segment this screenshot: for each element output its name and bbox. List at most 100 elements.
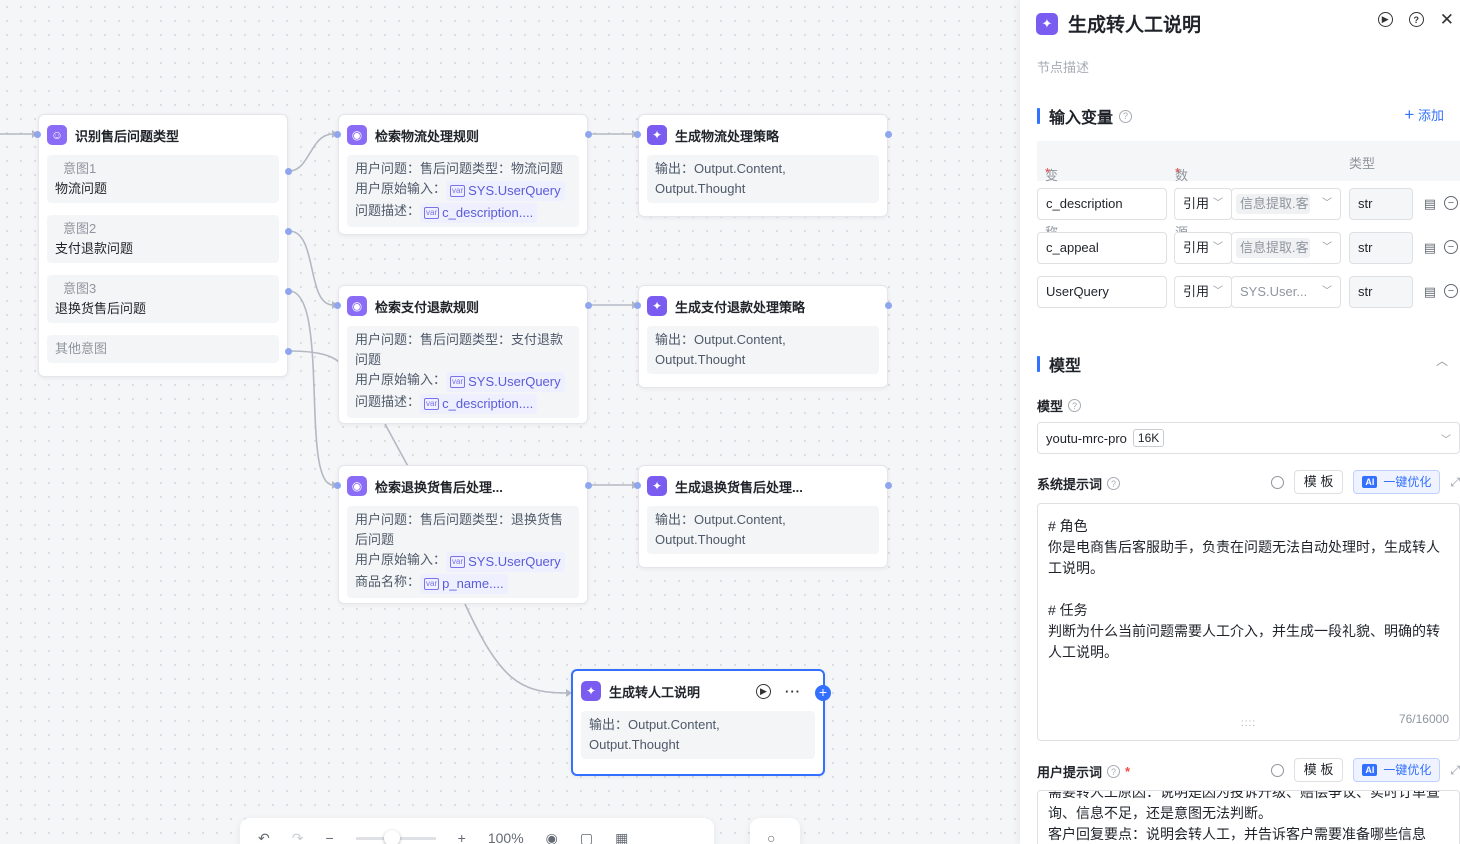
intent-value: 退换货售后问题 — [55, 301, 147, 316]
node-search-logistics[interactable]: ◉ 检索物流处理规则 用户问题：售后问题类型：物流问题 用户原始输入： var SY… — [338, 114, 588, 235]
template-button[interactable]: 模 板 — [1293, 758, 1344, 782]
add-next-node-icon[interactable]: + — [815, 685, 831, 701]
resize-handle-icon[interactable]: :::: — [1241, 713, 1256, 734]
port-in[interactable] — [634, 302, 641, 309]
node-output: 输出：Output.Content, Output.Thought — [647, 155, 879, 203]
template-button[interactable]: 模 板 — [1293, 470, 1344, 494]
help-icon[interactable]: ? — [1119, 109, 1133, 123]
node-header: ◉ 检索物流处理规则 — [339, 115, 587, 155]
add-variable-button[interactable]: + 添加 — [1404, 105, 1444, 125]
node-classify[interactable]: ☺ 识别售后问题类型 意图1 物流问题 意图2 支付退款问题 意图3 退换货售后… — [38, 114, 288, 377]
source-mode-select[interactable]: 引用 ﹀ — [1174, 188, 1232, 220]
panel-title: ✦ 生成转人工说明 — [1036, 10, 1201, 37]
workflow-canvas[interactable]: ☺ 识别售后问题类型 意图1 物流问题 意图2 支付退款问题 意图3 退换货售后… — [0, 0, 1020, 844]
port-in[interactable] — [634, 131, 641, 138]
remove-icon[interactable]: − — [1444, 240, 1458, 254]
layout-icon[interactable]: ▦ — [615, 830, 628, 844]
remove-icon[interactable]: − — [1444, 196, 1458, 210]
doc-icon[interactable]: ▤ — [1424, 284, 1436, 300]
close-icon[interactable]: ✕ — [1440, 11, 1454, 28]
source-value-select[interactable]: 信息提取.客 ﹀ — [1231, 188, 1341, 220]
node-header: ✦ 生成转人工说明 ▶ ··· — [573, 671, 823, 711]
run-icon[interactable]: ▶ — [1377, 12, 1393, 27]
type-field[interactable]: str — [1349, 276, 1413, 308]
help-icon[interactable]: ? — [1068, 399, 1082, 412]
undo-icon[interactable]: ↶ — [258, 830, 270, 844]
help-icon[interactable]: ? — [1107, 477, 1121, 490]
variable-name-input[interactable]: c_appeal — [1037, 232, 1167, 264]
help-icon[interactable]: ? — [1107, 765, 1121, 778]
help-icon[interactable]: ? — [1408, 12, 1424, 27]
source-mode-select[interactable]: 引用 ﹀ — [1174, 276, 1232, 308]
node-gen-return[interactable]: ✦ 生成退换货售后处理... 输出：Output.Content, Output… — [638, 465, 888, 568]
port-out[interactable] — [585, 131, 592, 138]
port-out[interactable] — [585, 482, 592, 489]
expand-icon[interactable]: ⤢ — [1450, 475, 1460, 490]
node-search-return[interactable]: ◉ 检索退换货售后处理... 用户问题：售后问题类型：退换货售后问题 用户原始输… — [338, 465, 588, 604]
char-counter: 76/16000 — [1398, 712, 1449, 726]
port-out[interactable] — [285, 348, 292, 355]
source-value-select[interactable]: SYS.User... ﹀ — [1231, 276, 1341, 308]
intent-other: 其他意图 — [47, 335, 279, 363]
desc-line: 问题描述： var c_description.... — [355, 201, 571, 223]
edge-intent1-logistics — [288, 133, 334, 172]
panel-title-text[interactable]: 生成转人工说明 — [1068, 10, 1201, 37]
var-icon: var — [450, 185, 466, 197]
variable-name-input[interactable]: c_description — [1037, 188, 1167, 220]
port-out[interactable] — [285, 288, 292, 295]
node-title: 生成支付退款处理策略 — [675, 299, 806, 315]
port-out[interactable] — [285, 228, 292, 235]
note-icon[interactable]: ▢ — [580, 830, 593, 844]
prompt-line: 询、信息不足，还是意图无法判断。 — [1048, 805, 1272, 821]
remove-icon[interactable]: − — [1444, 284, 1458, 298]
system-prompt-textarea[interactable]: # 角色 你是电商售后客服助手，负责在问题无法自动处理时，生成转人 工说明。 #… — [1037, 503, 1460, 741]
user-prompt-textarea[interactable]: 需要转人工原因：说明是因为投诉升级、赔偿争议、实时订单查 询、信息不足，还是意图… — [1037, 790, 1460, 844]
doc-icon[interactable]: ▤ — [1424, 196, 1436, 212]
node-header: ✦ 生成支付退款处理策略 — [639, 286, 887, 326]
model-section-title[interactable]: 模型 — [1037, 352, 1081, 376]
more-icon[interactable]: ··· — [785, 684, 801, 699]
variable-chip: var c_description.... — [420, 394, 538, 414]
optimize-button[interactable]: AI 一键优化 — [1353, 758, 1441, 782]
intent-item: 意图2 支付退款问题 — [47, 215, 279, 263]
port-in[interactable] — [34, 131, 41, 138]
history-icon[interactable] — [1270, 763, 1284, 777]
edge-other-handoff — [288, 350, 346, 371]
port-in[interactable] — [334, 482, 341, 489]
zoom-out-icon[interactable]: − — [325, 830, 333, 844]
port-in[interactable] — [634, 482, 641, 489]
zoom-slider-thumb[interactable] — [383, 829, 400, 844]
port-out[interactable] — [885, 131, 892, 138]
node-gen-logistics[interactable]: ✦ 生成物流处理策略 输出：Output.Content, Output.Tho… — [638, 114, 888, 217]
search-icon[interactable]: ○ — [767, 830, 775, 844]
type-field[interactable]: str — [1349, 232, 1413, 264]
eye-icon[interactable]: ◉ — [546, 830, 558, 844]
variable-name-input[interactable]: UserQuery — [1037, 276, 1167, 308]
node-gen-payment[interactable]: ✦ 生成支付退款处理策略 输出：Output.Content, Output.T… — [638, 285, 888, 388]
prompt-line: 你是电商售后客服助手，负责在问题无法自动处理时，生成转人 — [1048, 539, 1440, 555]
run-icon[interactable]: ▶ — [756, 683, 771, 699]
node-search-payment[interactable]: ◉ 检索支付退款规则 用户问题：售后问题类型：支付退款问题 用户原始输入： var… — [338, 285, 588, 424]
zoom-in-icon[interactable]: + — [458, 830, 466, 844]
optimize-button[interactable]: AI 一键优化 — [1353, 470, 1441, 494]
zoom-slider[interactable] — [355, 829, 436, 844]
model-select[interactable]: youtu-mrc-pro 16K ﹀ — [1037, 422, 1460, 454]
port-out[interactable] — [285, 168, 292, 175]
redo-icon[interactable]: ↷ — [292, 830, 304, 844]
chevron-up-icon[interactable]: ︿ — [1436, 352, 1448, 369]
node-gen-handoff[interactable]: ✦ 生成转人工说明 ▶ ··· 输出：Output.Content, Outpu… — [571, 669, 825, 776]
plus-icon: + — [1404, 105, 1415, 124]
history-icon[interactable] — [1270, 475, 1284, 489]
port-out[interactable] — [885, 302, 892, 309]
expand-icon[interactable]: ⤢ — [1450, 763, 1460, 778]
doc-icon[interactable]: ▤ — [1424, 240, 1436, 256]
ai-icon: AI — [1362, 476, 1378, 488]
port-in[interactable] — [334, 131, 341, 138]
node-description-input[interactable]: 节点描述 — [1037, 57, 1089, 76]
type-field[interactable]: str — [1349, 188, 1413, 220]
source-value-select[interactable]: 信息提取.客 ﹀ — [1231, 232, 1341, 264]
port-out[interactable] — [585, 302, 592, 309]
source-mode-select[interactable]: 引用 ﹀ — [1174, 232, 1232, 264]
port-out[interactable] — [885, 482, 892, 489]
port-in[interactable] — [334, 302, 341, 309]
